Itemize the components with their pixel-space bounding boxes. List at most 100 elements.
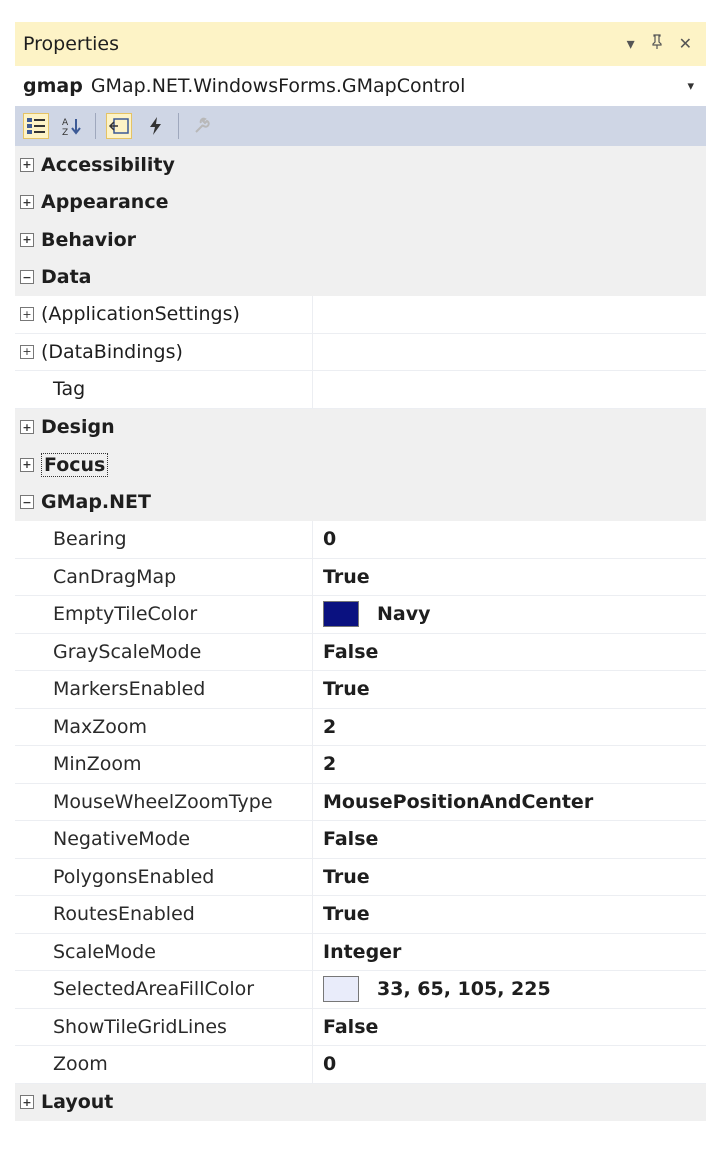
category-label: GMap.NET xyxy=(41,491,151,514)
property-value[interactable]: 33, 65, 105, 225 xyxy=(313,976,706,1003)
alphabetical-icon[interactable]: A Z xyxy=(59,113,85,139)
category-label: Layout xyxy=(41,1091,114,1114)
property-value[interactable]: True xyxy=(313,566,706,588)
property-name: MarkersEnabled xyxy=(15,671,313,708)
color-swatch xyxy=(323,601,359,628)
property-row-application-settings[interactable]: + (ApplicationSettings) xyxy=(15,296,706,334)
property-row-data-bindings[interactable]: + (DataBindings) xyxy=(15,333,706,371)
property-value[interactable]: Integer xyxy=(313,941,706,963)
property-row-emptytilecolor[interactable]: EmptyTileColor Navy xyxy=(15,596,706,634)
property-name: RoutesEnabled xyxy=(15,896,313,933)
svg-text:A: A xyxy=(62,118,69,128)
collapse-icon[interactable]: − xyxy=(20,495,34,510)
property-value-text: Navy xyxy=(377,603,431,626)
expand-icon[interactable]: + xyxy=(20,344,34,359)
property-row-candragmap[interactable]: CanDragMap True xyxy=(15,558,706,596)
object-type: GMap.NET.WindowsForms.GMapControl xyxy=(90,75,466,97)
chevron-down-icon[interactable]: ▾ xyxy=(687,79,698,94)
property-name: ShowTileGridLines xyxy=(15,1008,313,1045)
category-label: Design xyxy=(41,416,115,439)
property-value[interactable]: Navy xyxy=(313,601,706,628)
property-value[interactable]: 2 xyxy=(313,753,706,775)
property-row-polygonsenabled[interactable]: PolygonsEnabled True xyxy=(15,858,706,896)
category-layout[interactable]: + Layout xyxy=(15,1083,706,1121)
property-row-minzoom[interactable]: MinZoom 2 xyxy=(15,746,706,784)
toolbar: A Z xyxy=(15,106,706,146)
expand-icon[interactable]: + xyxy=(20,195,34,210)
property-row-grayscalemode[interactable]: GrayScaleMode False xyxy=(15,633,706,671)
expand-icon[interactable]: + xyxy=(20,157,34,172)
property-name: ScaleMode xyxy=(15,933,313,970)
close-icon[interactable]: ✕ xyxy=(679,34,692,54)
category-data[interactable]: − Data xyxy=(15,258,706,296)
title-controls: ▾ ✕ xyxy=(627,34,698,54)
categorized-icon[interactable] xyxy=(23,113,49,139)
expand-icon[interactable]: + xyxy=(20,1095,34,1110)
object-selector[interactable]: gmap GMap.NET.WindowsForms.GMapControl ▾ xyxy=(15,66,706,106)
property-pages-icon[interactable] xyxy=(189,113,215,139)
property-row-zoom[interactable]: Zoom 0 xyxy=(15,1046,706,1084)
pin-icon[interactable] xyxy=(651,34,663,54)
property-value[interactable]: False xyxy=(313,1016,706,1038)
collapse-icon[interactable]: − xyxy=(20,270,34,285)
property-row-selectedareafillcolor[interactable]: SelectedAreaFillColor 33, 65, 105, 225 xyxy=(15,971,706,1009)
category-label: Appearance xyxy=(41,191,169,214)
expand-icon[interactable]: + xyxy=(20,232,34,247)
events-icon[interactable] xyxy=(142,113,168,139)
grid-empty-area xyxy=(15,1121,706,1161)
title-bar: Properties ▾ ✕ xyxy=(15,22,706,66)
category-design[interactable]: + Design xyxy=(15,408,706,446)
category-label: Data xyxy=(41,266,92,289)
category-focus[interactable]: + Focus xyxy=(15,446,706,484)
properties-panel: Properties ▾ ✕ gmap GMap.NET.WindowsForm… xyxy=(15,22,706,1175)
property-value[interactable]: True xyxy=(313,678,706,700)
expand-icon[interactable]: + xyxy=(20,457,34,472)
property-row-bearing[interactable]: Bearing 0 xyxy=(15,521,706,559)
property-value[interactable]: False xyxy=(313,641,706,663)
property-name: Tag xyxy=(15,371,313,408)
property-value[interactable]: True xyxy=(313,866,706,888)
category-label: Focus xyxy=(41,452,109,477)
object-name: gmap xyxy=(23,75,83,97)
property-name: SelectedAreaFillColor xyxy=(15,971,313,1008)
property-value-text: 33, 65, 105, 225 xyxy=(377,978,551,1001)
property-grid: + Accessibility + Appearance + Behavior … xyxy=(15,146,706,1161)
property-row-maxzoom[interactable]: MaxZoom 2 xyxy=(15,708,706,746)
category-appearance[interactable]: + Appearance xyxy=(15,183,706,221)
property-value[interactable]: 2 xyxy=(313,716,706,738)
property-row-routesenabled[interactable]: RoutesEnabled True xyxy=(15,896,706,934)
property-row-markersenabled[interactable]: MarkersEnabled True xyxy=(15,671,706,709)
property-name: CanDragMap xyxy=(15,558,313,595)
property-row-mousewheelzoomtype[interactable]: MouseWheelZoomType MousePositionAndCenter xyxy=(15,783,706,821)
category-label: Accessibility xyxy=(41,153,175,176)
property-row-scalemode[interactable]: ScaleMode Integer xyxy=(15,933,706,971)
property-row-tag[interactable]: Tag xyxy=(15,371,706,409)
property-row-negativemode[interactable]: NegativeMode False xyxy=(15,821,706,859)
property-name: GrayScaleMode xyxy=(15,633,313,670)
property-name: Zoom xyxy=(15,1046,313,1083)
property-value[interactable]: 0 xyxy=(313,1053,706,1075)
category-accessibility[interactable]: + Accessibility xyxy=(15,146,706,184)
svg-text:Z: Z xyxy=(62,128,68,136)
property-name: MinZoom xyxy=(15,746,313,783)
category-gmap[interactable]: − GMap.NET xyxy=(15,483,706,521)
property-value[interactable]: True xyxy=(313,903,706,925)
expand-icon[interactable]: + xyxy=(20,420,34,435)
category-behavior[interactable]: + Behavior xyxy=(15,221,706,259)
expand-icon[interactable]: + xyxy=(20,307,34,322)
property-row-showtilegridlines[interactable]: ShowTileGridLines False xyxy=(15,1008,706,1046)
color-swatch xyxy=(323,976,359,1003)
properties-icon[interactable] xyxy=(106,113,132,139)
property-name: NegativeMode xyxy=(15,821,313,858)
property-value[interactable]: MousePositionAndCenter xyxy=(313,791,706,813)
property-name: PolygonsEnabled xyxy=(15,858,313,895)
property-name: MaxZoom xyxy=(15,708,313,745)
dropdown-arrow-icon[interactable]: ▾ xyxy=(627,34,635,54)
property-value[interactable]: False xyxy=(313,828,706,850)
property-value[interactable]: 0 xyxy=(313,528,706,550)
property-name: (DataBindings) xyxy=(41,340,183,363)
property-name-cell: + (ApplicationSettings) xyxy=(15,296,313,333)
property-name-cell: + (DataBindings) xyxy=(15,333,313,370)
toolbar-separator xyxy=(95,113,96,139)
gmap-property-list: Bearing 0 CanDragMap True EmptyTileColor Navy… xyxy=(15,521,706,1084)
